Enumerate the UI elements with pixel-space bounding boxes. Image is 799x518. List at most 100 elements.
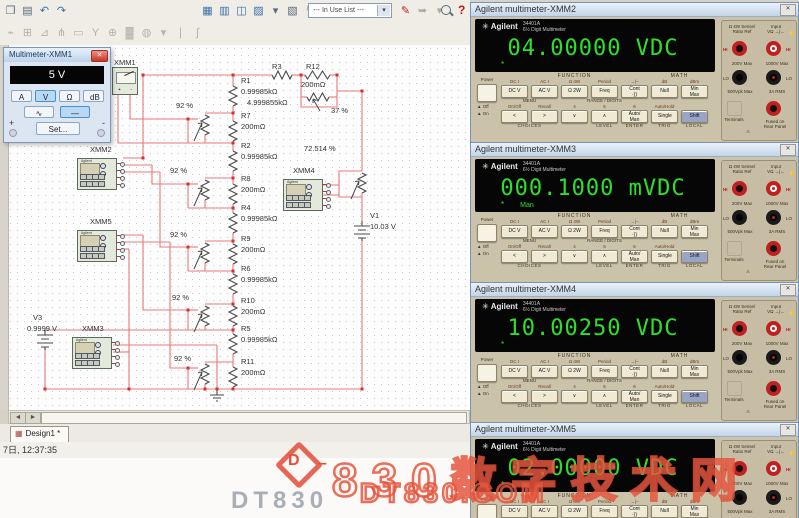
scroll-left-icon[interactable]: ◄ xyxy=(10,412,26,424)
up-button[interactable]: ∧ xyxy=(591,250,618,263)
scrollbar-thumb[interactable] xyxy=(41,412,467,424)
close-icon[interactable]: ✕ xyxy=(91,50,108,62)
amps-button[interactable]: A xyxy=(11,90,32,102)
acv-button[interactable]: AC V xyxy=(531,505,558,518)
paste-icon[interactable]: ▤ xyxy=(20,4,35,19)
dcv-button[interactable]: DC V xyxy=(501,225,528,238)
acv-button[interactable]: AC V xyxy=(531,225,558,238)
dc-button[interactable]: — xyxy=(60,106,90,118)
grid-icon[interactable]: ▥ xyxy=(217,4,232,19)
automan-button[interactable]: Auto/ Man xyxy=(621,110,648,123)
freq-button[interactable]: Freq xyxy=(591,225,618,238)
freq-button[interactable]: Freq xyxy=(591,85,618,98)
place-source-icon[interactable]: ⌁ xyxy=(3,26,18,41)
place-cmos-icon[interactable]: ⊕ xyxy=(105,26,120,41)
place-misc-icon[interactable]: ▓ xyxy=(122,26,137,41)
terminals-switch[interactable] xyxy=(727,381,742,396)
up-button[interactable]: ∧ xyxy=(591,110,618,123)
meter-titlebar[interactable]: Agilent multimeter-XMM4 ✕ xyxy=(471,283,798,297)
automan-button[interactable]: Auto/ Man xyxy=(621,390,648,403)
null-button[interactable]: Null xyxy=(651,505,678,518)
dcv-button[interactable]: DC V xyxy=(501,85,528,98)
place-power-icon[interactable]: ▾ xyxy=(156,26,171,41)
place-icon-group[interactable]: ⌁⊞⊿⋔▭Y⊕▓◍▾❘∫ xyxy=(3,24,205,42)
close-icon[interactable]: ✕ xyxy=(780,284,796,296)
shift-button[interactable]: Shift xyxy=(681,110,708,123)
minus-jack-icon[interactable] xyxy=(97,129,105,137)
ohm2w-button[interactable]: Ω 2W xyxy=(561,85,588,98)
sense-hi-jack[interactable] xyxy=(732,41,747,56)
current-lo-jack[interactable] xyxy=(766,70,781,85)
capture-icon[interactable]: ▧ xyxy=(285,4,300,19)
left-arrow-button[interactable]: < xyxy=(501,250,528,263)
view-icon-group[interactable]: ▦▥◫▨▾▧↯ xyxy=(200,2,317,20)
close-icon[interactable]: ✕ xyxy=(780,424,796,436)
place-basic-icon[interactable]: ⊞ xyxy=(20,26,35,41)
right-arrow-button[interactable]: > xyxy=(531,390,558,403)
up-button[interactable]: ∧ xyxy=(591,390,618,403)
ohm2w-button[interactable]: Ω 2W xyxy=(561,505,588,518)
input-hi-jack[interactable] xyxy=(766,461,781,476)
set-button[interactable]: Set... xyxy=(36,122,80,135)
ohm2w-button[interactable]: Ω 2W xyxy=(561,225,588,238)
input-hi-jack[interactable] xyxy=(766,181,781,196)
current-lo-jack[interactable] xyxy=(766,350,781,365)
scroll-left2-icon[interactable]: ► xyxy=(25,412,41,424)
null-button[interactable]: Null xyxy=(651,225,678,238)
xmm1-instrument-icon[interactable]: +- xyxy=(112,67,138,95)
sense-lo-jack[interactable] xyxy=(732,350,747,365)
power-button[interactable] xyxy=(477,84,497,102)
horizontal-scrollbar[interactable]: ◄ ► xyxy=(8,410,470,424)
acv-button[interactable]: AC V xyxy=(531,365,558,378)
plus-jack-icon[interactable] xyxy=(9,129,17,137)
sense-lo-jack[interactable] xyxy=(732,490,747,505)
down-button[interactable]: ∨ xyxy=(561,110,588,123)
xmm3-instrument-icon[interactable]: Agilent xyxy=(72,337,112,369)
dialog-titlebar[interactable]: Multimeter-XMM1 ✕ xyxy=(4,48,110,62)
ohm2w-button[interactable]: Ω 2W xyxy=(561,365,588,378)
input-hi-jack[interactable] xyxy=(766,321,781,336)
current-input-jack[interactable] xyxy=(766,381,781,396)
volts-button[interactable]: V xyxy=(35,90,56,102)
acv-button[interactable]: AC V xyxy=(531,85,558,98)
dcv-button[interactable]: DC V xyxy=(501,505,528,518)
terminals-switch[interactable] xyxy=(727,101,742,116)
shift-button[interactable]: Shift xyxy=(681,390,708,403)
single-button[interactable]: Single xyxy=(651,390,678,403)
current-lo-jack[interactable] xyxy=(766,490,781,505)
power-button[interactable] xyxy=(477,224,497,242)
minmax-button[interactable]: Min Max xyxy=(681,365,708,378)
xmm4-instrument-icon[interactable]: Agilent xyxy=(283,179,323,211)
ohms-button[interactable]: Ω xyxy=(59,90,80,102)
separator-icon[interactable]: ❘ xyxy=(173,26,188,41)
meter-titlebar[interactable]: Agilent multimeter-XMM3 ✕ xyxy=(471,143,798,157)
dropdown-arrow-icon[interactable]: ▾ xyxy=(377,5,390,16)
place-analog-icon[interactable]: ▭ xyxy=(71,26,86,41)
meter-titlebar[interactable]: Agilent multimeter-XMM2 ✕ xyxy=(471,3,798,17)
meter-titlebar[interactable]: Agilent multimeter-XMM5 ✕ xyxy=(471,423,798,437)
place-indicator-icon[interactable]: ◍ xyxy=(139,26,154,41)
dcv-button[interactable]: DC V xyxy=(501,365,528,378)
sense-hi-jack[interactable] xyxy=(732,181,747,196)
toolbars-icon[interactable]: ▦ xyxy=(200,4,215,19)
meter-window-xmm4[interactable]: Agilent multimeter-XMM4 ✕ ✳Agilent34401A… xyxy=(470,282,799,422)
left-arrow-button[interactable]: < xyxy=(501,110,528,123)
xmm5-instrument-icon[interactable]: Agilent xyxy=(77,230,117,262)
input-hi-jack[interactable] xyxy=(766,41,781,56)
ac-button[interactable]: ∿ xyxy=(24,106,54,118)
place-ttl-icon[interactable]: Y xyxy=(88,26,103,41)
copy-icon[interactable]: ❐ xyxy=(3,4,18,19)
cont-button[interactable]: Cont ·)) xyxy=(621,85,648,98)
place-bus-icon[interactable]: ∫ xyxy=(190,26,205,41)
in-use-list-dropdown[interactable]: --- In Use List --- ▾ xyxy=(308,3,392,18)
graph-icon[interactable]: ▨ xyxy=(251,4,266,19)
single-button[interactable]: Single xyxy=(651,110,678,123)
sense-lo-jack[interactable] xyxy=(732,70,747,85)
undo-icon[interactable]: ↶ xyxy=(37,4,52,19)
down-button[interactable]: ∨ xyxy=(561,250,588,263)
help-button[interactable]: ? xyxy=(458,3,465,17)
sense-hi-jack[interactable] xyxy=(732,321,747,336)
power-button[interactable] xyxy=(477,504,497,518)
meter-window-xmm2[interactable]: Agilent multimeter-XMM2 ✕ ✳Agilent34401A… xyxy=(470,2,799,142)
right-arrow-button[interactable]: > xyxy=(531,250,558,263)
